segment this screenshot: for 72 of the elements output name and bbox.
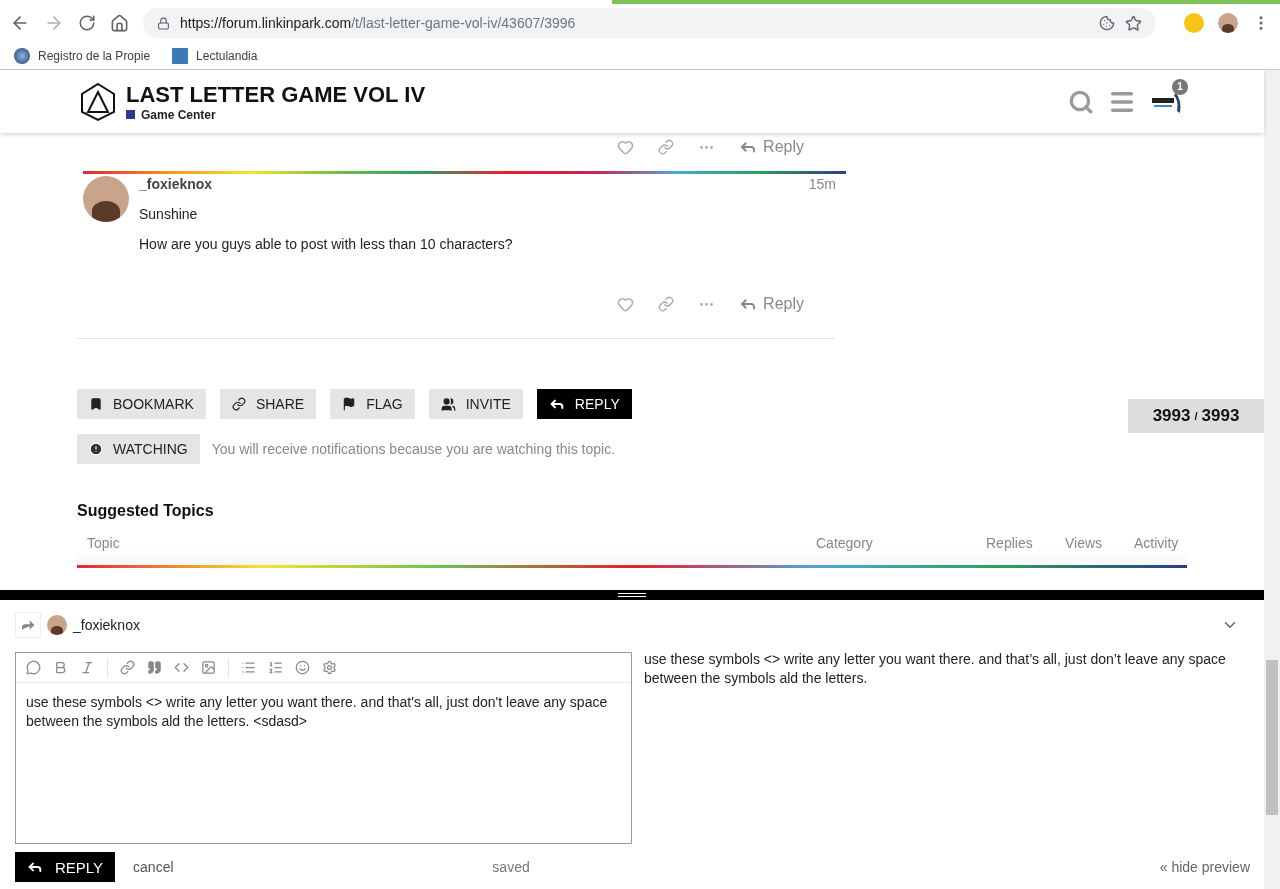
post-time: 15m <box>808 176 836 192</box>
italic-icon[interactable] <box>80 660 95 675</box>
profile-avatar[interactable] <box>1218 13 1238 33</box>
like-icon[interactable] <box>617 295 635 313</box>
reply-to-username: _foxieknox <box>73 617 140 633</box>
category-link[interactable]: Game Center <box>126 107 426 122</box>
total-posts: 3993 <box>1201 406 1240 426</box>
bold-icon[interactable] <box>53 660 68 675</box>
flag-icon <box>342 397 357 411</box>
preview-text: use these symbols <> write any letter you want there. and that’s all, just don’t leave any space between the symbols ald the letters. <box>644 650 1227 688</box>
reply-link[interactable]: Reply <box>739 295 804 313</box>
cookie-icon[interactable] <box>1099 15 1115 31</box>
quote-icon[interactable] <box>147 660 162 675</box>
link-icon[interactable] <box>658 139 675 155</box>
code-icon[interactable] <box>174 660 189 675</box>
section-title: Suggested Topics <box>77 502 215 520</box>
column-header[interactable]: Category <box>806 534 976 551</box>
topic-button[interactable]: SHARE <box>219 389 317 419</box>
scrollbar[interactable] <box>1264 70 1280 889</box>
column-header[interactable]: Activity <box>1124 534 1187 551</box>
settings-icon[interactable] <box>322 660 337 675</box>
topic-title: LAST LETTER GAME VOL IV <box>126 81 426 108</box>
url-text: https://forum.linkinpark.com/t/last-letter-game-vol-iv/43607/3996 <box>180 15 576 31</box>
save-status: saved <box>492 859 530 875</box>
topic-button[interactable]: REPLY <box>536 389 632 419</box>
hide-preview-link[interactable]: « hide preview <box>1159 859 1250 875</box>
topic-button[interactable]: BOOKMARK <box>77 389 206 419</box>
username[interactable]: _foxieknox <box>139 176 213 192</box>
notification-badge: 1 <box>1172 78 1188 95</box>
image-icon[interactable] <box>201 660 216 675</box>
topic-button[interactable]: INVITE <box>428 389 523 419</box>
home-icon[interactable] <box>110 13 129 33</box>
post-counter[interactable]: 3993 / 3993 <box>1128 399 1264 433</box>
search-icon[interactable] <box>1068 88 1094 115</box>
topic-button[interactable]: FLAG <box>330 389 415 419</box>
users-icon <box>440 396 456 412</box>
column-header[interactable]: Views <box>1055 534 1124 551</box>
lock-icon <box>157 16 170 30</box>
reply-link[interactable]: Reply <box>739 138 804 156</box>
post-text: Sunshine <box>139 206 199 222</box>
link-icon <box>231 397 246 411</box>
bookmark-link[interactable]: Lectulandia <box>172 47 258 64</box>
notification-text: You will receive notifications because you are watching this topic. <box>211 441 616 457</box>
column-header[interactable]: Topic <box>77 534 806 551</box>
quote-bubble-icon[interactable] <box>26 660 41 675</box>
like-icon[interactable] <box>617 138 635 156</box>
star-icon[interactable] <box>1125 14 1142 32</box>
watching-button[interactable]: WATCHING <box>77 434 200 464</box>
globe-icon <box>14 47 30 64</box>
link-icon[interactable] <box>658 296 675 312</box>
user-avatar[interactable] <box>47 615 67 635</box>
reply-to-icon[interactable] <box>15 612 41 638</box>
alert-icon <box>89 442 103 456</box>
bookmark-site-icon <box>172 47 189 64</box>
counter-separator: / <box>1194 410 1198 422</box>
bullet-list-icon[interactable] <box>241 660 256 675</box>
user-avatar[interactable] <box>83 176 129 222</box>
post-text: How are you guys able to post with less than 10 characters? <box>139 236 514 252</box>
reload-icon[interactable] <box>78 14 96 32</box>
reply-button[interactable]: REPLY <box>15 852 116 882</box>
address-bar[interactable]: https://forum.linkinpark.com/t/last-letter-game-vol-iv/43607/3996 <box>143 8 1156 38</box>
bookmark-icon <box>89 397 103 411</box>
numbered-list-icon[interactable] <box>268 660 283 675</box>
cancel-link[interactable]: cancel <box>133 859 174 875</box>
link-icon[interactable] <box>120 660 135 675</box>
emoji-icon[interactable] <box>295 660 310 675</box>
editor-field[interactable]: use these symbols <> write any letter you want there. and that's all, just don't leave any space between the symbols ald the letters. <sdasd> <box>15 652 632 844</box>
current-post: 3993 <box>1152 406 1191 426</box>
bookmark-link[interactable]: Registro de la Propie <box>14 47 151 64</box>
resize-handle[interactable] <box>0 590 1264 600</box>
column-header[interactable]: Replies <box>976 534 1055 551</box>
logo-icon <box>80 81 116 122</box>
